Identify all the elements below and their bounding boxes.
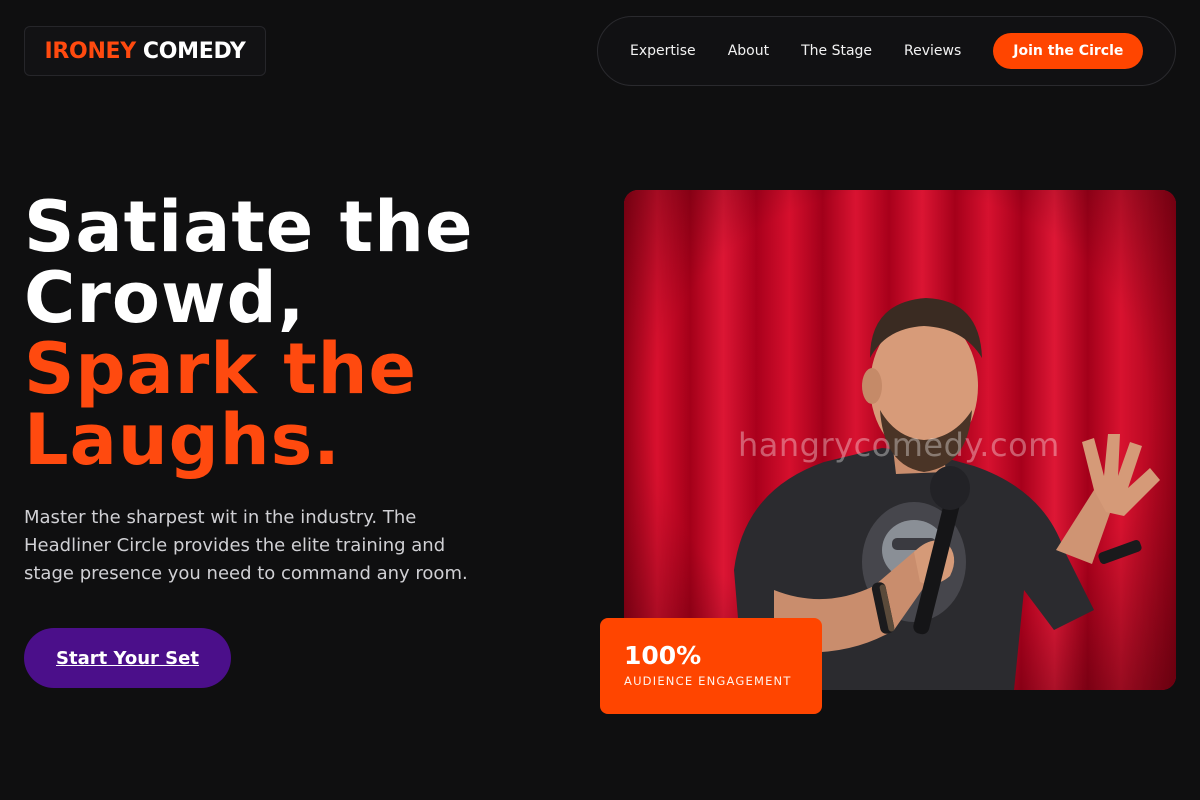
comedian-photo: hangrycomedy.com [624,190,1176,690]
join-circle-button[interactable]: Join the Circle [993,33,1144,69]
photo-watermark: hangrycomedy.com [738,426,1060,464]
stat-label: AUDIENCE ENGAGEMENT [624,674,792,688]
main-nav: Expertise About The Stage Reviews Join t… [597,16,1176,86]
headline-line-4: Laughs. [24,399,341,481]
brand-accent-word: IRONEY [44,38,137,64]
headline-line-2: Crowd, [24,257,306,339]
hero-headline: Satiate the Crowd, Spark the Laughs. [24,192,584,476]
nav-item-expertise[interactable]: Expertise [630,43,696,59]
engagement-stat-card: 100% AUDIENCE ENGAGEMENT [600,618,822,714]
stat-value: 100% [624,641,702,670]
brand-rest-word: COMEDY [142,38,246,64]
start-your-set-button[interactable]: Start Your Set [24,628,231,688]
headline-line-3: Spark the [24,328,417,410]
nav-item-about[interactable]: About [728,43,769,59]
headline-line-1: Satiate the [24,186,474,268]
landing-page: IRONEY COMEDY Expertise About The Stage … [0,0,1200,800]
nav-item-the-stage[interactable]: The Stage [801,43,872,59]
hero-subtext: Master the sharpest wit in the industry.… [24,507,468,584]
brand-logo[interactable]: IRONEY COMEDY [24,26,266,76]
nav-item-reviews[interactable]: Reviews [904,43,961,59]
